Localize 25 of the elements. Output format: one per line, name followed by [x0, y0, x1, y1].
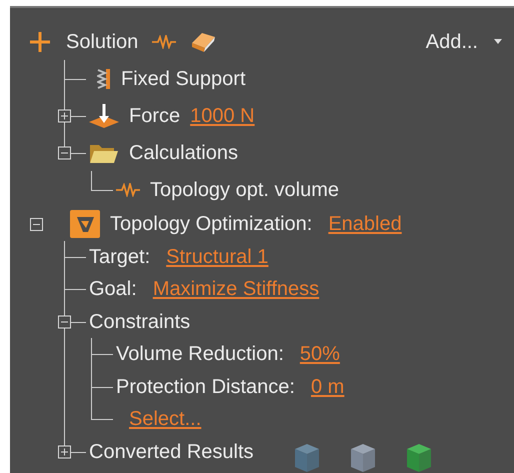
parameter-label: Goal: — [89, 277, 137, 302]
waveform-icon — [116, 182, 140, 196]
tree-item-label[interactable]: Topology Optimization: — [110, 209, 312, 240]
collapse-icon[interactable] — [58, 146, 71, 159]
plus-icon — [30, 32, 50, 52]
waveform-icon — [152, 34, 176, 48]
add-dropdown[interactable]: Add... — [426, 26, 502, 56]
parameter-label: Volume Reduction: — [116, 342, 284, 368]
tree-item-label[interactable]: Constraints — [89, 306, 190, 337]
tree-item-label[interactable]: Topology opt. volume — [150, 174, 340, 204]
parameter-label: Target: — [89, 244, 150, 270]
spring-icon — [97, 68, 111, 90]
caret-down-icon — [494, 39, 502, 44]
tree-item-label[interactable]: Calculations — [129, 138, 238, 168]
block-icon — [190, 30, 216, 52]
tree-item-label[interactable]: Force — [129, 100, 180, 130]
parameter-label: Protection Distance: — [116, 374, 295, 400]
force-arrow-icon — [89, 104, 119, 128]
collapse-icon[interactable] — [58, 315, 71, 328]
expand-icon[interactable] — [58, 445, 71, 458]
tree-item-label[interactable]: Solution — [66, 26, 138, 56]
collapse-icon[interactable] — [30, 218, 43, 231]
expand-icon[interactable] — [58, 109, 71, 122]
tree-item-label[interactable]: Converted Results — [89, 436, 254, 467]
tree-item-label[interactable]: Fixed Support — [121, 64, 246, 94]
